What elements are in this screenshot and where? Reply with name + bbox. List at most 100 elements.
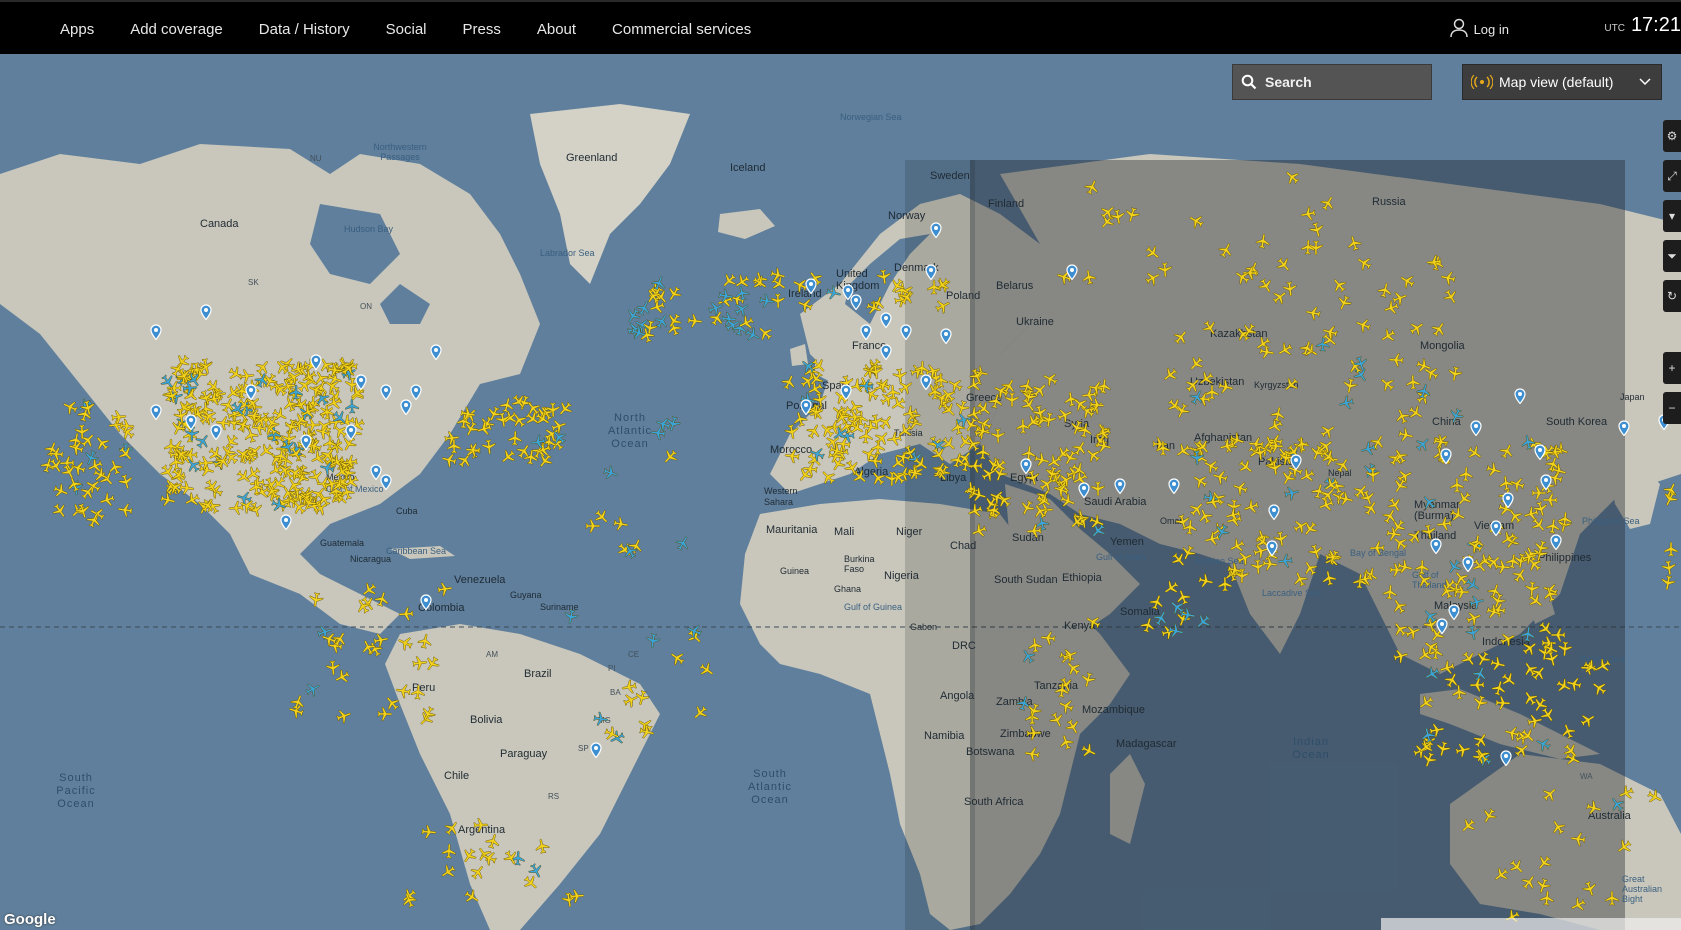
airport-pin-icon[interactable] [380, 474, 392, 491]
aircraft-icon[interactable] [1155, 440, 1171, 456]
airport-pin-icon[interactable] [1020, 458, 1032, 475]
flight-map[interactable]: Canada Greenland Iceland Sweden Norway F… [0, 54, 1681, 930]
aircraft-icon[interactable] [420, 823, 437, 840]
airport-pin-icon[interactable] [1448, 604, 1460, 621]
airport-pin-icon[interactable] [1502, 492, 1514, 509]
airport-pin-icon[interactable] [1266, 540, 1278, 557]
refresh-icon[interactable]: ↻ [1663, 280, 1681, 312]
aircraft-icon[interactable] [74, 424, 91, 441]
aircraft-icon[interactable] [1217, 576, 1233, 592]
aircraft-icon[interactable] [441, 843, 458, 860]
aircraft-icon[interactable] [1369, 540, 1386, 557]
aircraft-icon[interactable] [1189, 450, 1206, 467]
aircraft-icon[interactable] [926, 279, 942, 295]
aircraft-icon[interactable] [870, 439, 887, 456]
airport-pin-icon[interactable] [150, 324, 162, 341]
airport-pin-icon[interactable] [940, 328, 952, 345]
aircraft-icon[interactable] [1266, 459, 1284, 477]
airport-pin-icon[interactable] [900, 324, 912, 341]
aircraft-icon[interactable] [1446, 365, 1465, 384]
airport-pin-icon[interactable] [410, 384, 422, 401]
aircraft-icon[interactable] [1365, 467, 1382, 484]
airport-pin-icon[interactable] [1430, 538, 1442, 555]
aircraft-icon[interactable] [783, 447, 801, 465]
aircraft-icon[interactable] [1320, 569, 1339, 588]
aircraft-icon[interactable] [644, 632, 662, 650]
aircraft-icon[interactable] [272, 447, 291, 466]
airport-pin-icon[interactable] [430, 344, 442, 361]
airport-pin-icon[interactable] [1114, 478, 1126, 495]
airport-pin-icon[interactable] [1078, 482, 1090, 499]
aircraft-icon[interactable] [1300, 239, 1317, 256]
aircraft-icon[interactable] [116, 501, 134, 519]
aircraft-icon[interactable] [1435, 515, 1453, 533]
aircraft-icon[interactable] [1526, 712, 1545, 731]
airport-pin-icon[interactable] [150, 404, 162, 421]
airport-pin-icon[interactable] [1440, 448, 1452, 465]
aircraft-icon[interactable] [990, 428, 1007, 445]
aircraft-icon[interactable] [464, 441, 481, 458]
filter-icon[interactable]: ⏷ [1663, 240, 1681, 272]
airport-pin-icon[interactable] [1268, 504, 1280, 521]
aircraft-icon[interactable] [985, 501, 1004, 520]
airport-pin-icon[interactable] [850, 294, 862, 311]
fullscreen-icon[interactable]: ⤢ [1663, 160, 1681, 192]
airport-pin-icon[interactable] [1534, 444, 1546, 461]
aircraft-icon[interactable] [1095, 377, 1113, 395]
airport-pin-icon[interactable] [880, 312, 892, 329]
aircraft-icon[interactable] [307, 591, 326, 610]
airport-pin-icon[interactable] [345, 424, 357, 441]
aircraft-icon[interactable] [459, 405, 477, 423]
airport-pin-icon[interactable] [920, 374, 932, 391]
aircraft-icon[interactable] [1458, 466, 1475, 483]
aircraft-icon[interactable] [967, 458, 984, 475]
airport-pin-icon[interactable] [925, 264, 937, 281]
aircraft-icon[interactable] [568, 887, 585, 904]
nav-commercial-services[interactable]: Commercial services [612, 21, 751, 38]
aircraft-icon[interactable] [1569, 830, 1587, 848]
aircraft-icon[interactable] [1523, 580, 1540, 597]
airport-pin-icon[interactable] [800, 399, 812, 416]
airport-pin-icon[interactable] [930, 222, 942, 239]
aircraft-icon[interactable] [1324, 548, 1341, 565]
airport-pin-icon[interactable] [1500, 750, 1512, 767]
aircraft-icon[interactable] [1538, 889, 1556, 907]
airport-pin-icon[interactable] [1290, 454, 1302, 471]
aircraft-icon[interactable] [562, 608, 581, 627]
aircraft-icon[interactable] [436, 580, 454, 598]
airport-pin-icon[interactable] [1618, 420, 1630, 437]
airport-pin-icon[interactable] [590, 742, 602, 759]
airport-pin-icon[interactable] [420, 594, 432, 611]
aircraft-icon[interactable] [1254, 232, 1272, 250]
aircraft-icon[interactable] [1076, 421, 1095, 440]
airport-pin-icon[interactable] [1470, 420, 1482, 437]
aircraft-icon[interactable] [1425, 253, 1442, 270]
airport-pin-icon[interactable] [380, 384, 392, 401]
aircraft-icon[interactable] [1304, 304, 1323, 323]
aircraft-icon[interactable] [344, 398, 361, 415]
aircraft-icon[interactable] [1179, 606, 1197, 624]
airport-pin-icon[interactable] [805, 278, 817, 295]
airport-pin-icon[interactable] [400, 399, 412, 416]
airport-pin-icon[interactable] [355, 374, 367, 391]
aircraft-icon[interactable] [1023, 745, 1041, 763]
airport-pin-icon[interactable] [1514, 388, 1526, 405]
aircraft-icon[interactable] [409, 683, 426, 700]
zoom-in-icon[interactable]: + [1663, 352, 1681, 384]
aircraft-icon[interactable] [1080, 268, 1099, 287]
aircraft-icon[interactable] [1299, 205, 1318, 224]
aircraft-icon[interactable] [1181, 518, 1199, 536]
airport-pin-icon[interactable] [210, 424, 222, 441]
aircraft-icon[interactable] [119, 418, 136, 435]
aircraft-icon[interactable] [1604, 890, 1620, 906]
airport-pin-icon[interactable] [1462, 556, 1474, 573]
nav-apps[interactable]: Apps [60, 21, 94, 38]
aircraft-icon[interactable] [686, 312, 704, 330]
aircraft-icon[interactable] [1268, 438, 1285, 455]
collapse-icon[interactable]: ▾ [1663, 200, 1681, 232]
aircraft-icon[interactable] [494, 411, 513, 430]
aircraft-icon[interactable] [1439, 269, 1458, 288]
airport-pin-icon[interactable] [860, 324, 872, 341]
aircraft-icon[interactable] [1251, 444, 1269, 462]
aircraft-icon[interactable] [783, 423, 802, 442]
